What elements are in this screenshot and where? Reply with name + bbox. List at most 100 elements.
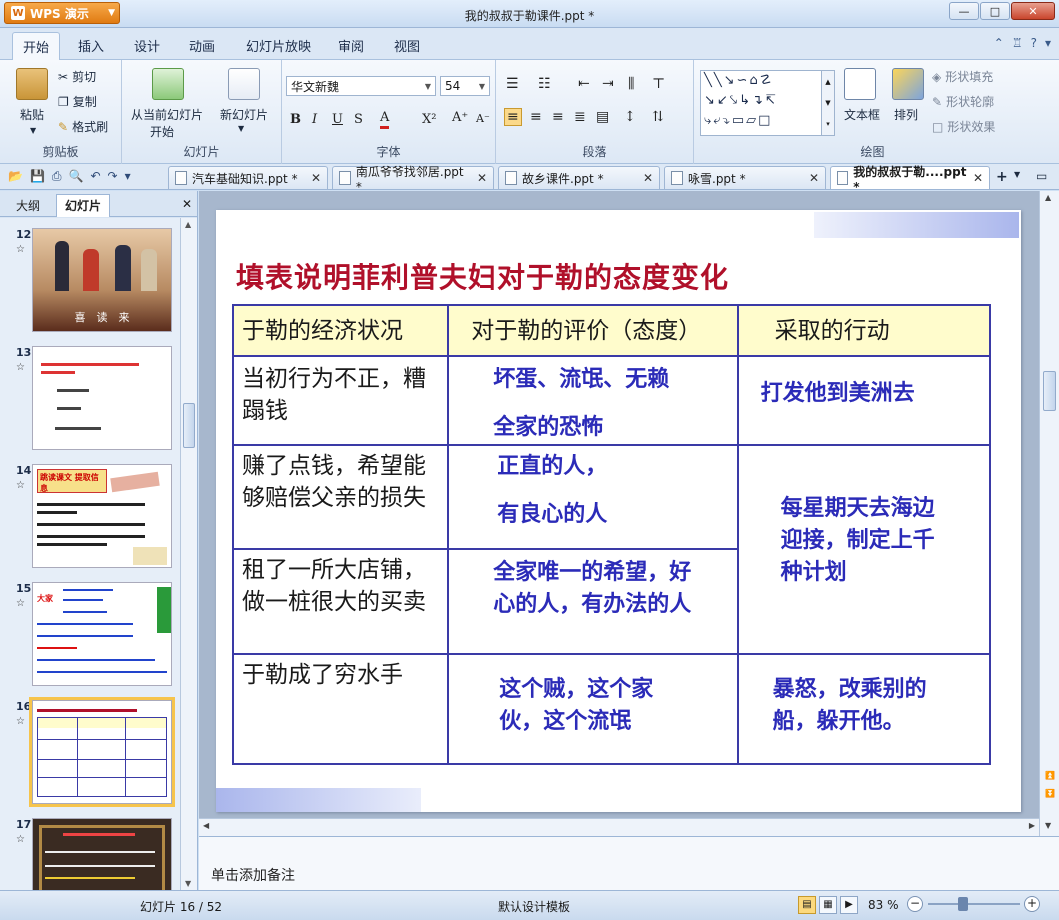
- maximize-button[interactable]: □: [980, 2, 1010, 20]
- status-cell[interactable]: 于勒成了穷水手: [231, 653, 450, 765]
- open-icon[interactable]: 📂: [8, 169, 23, 184]
- doc-tab[interactable]: 汽车基础知识.ppt * ✕: [168, 166, 328, 189]
- action-cell[interactable]: 每星期天去海边迎接，制定上千种计划: [736, 444, 992, 655]
- font-color-icon[interactable]: A: [380, 110, 390, 129]
- shape-fill-button[interactable]: ◈ 形状填充: [932, 68, 993, 85]
- status-cell[interactable]: 赚了点钱，希望能够赔偿父亲的损失: [231, 444, 450, 550]
- chevron-down-icon[interactable]: ▼: [30, 126, 36, 135]
- status-cell[interactable]: 当初行为不正，糟蹋钱: [231, 355, 450, 446]
- scrollbar-thumb[interactable]: [183, 403, 195, 448]
- align-right-icon[interactable]: ≡: [552, 109, 564, 125]
- panel-scrollbar[interactable]: ▲ ▼: [180, 218, 197, 890]
- customize-toolbar-icon[interactable]: ▾: [125, 169, 131, 184]
- shape-effect-button[interactable]: □ 形状效果: [932, 118, 995, 135]
- notes-placeholder[interactable]: 单击添加备注: [211, 865, 295, 885]
- skin-icon[interactable]: ♖: [1012, 36, 1023, 50]
- scroll-right-icon[interactable]: ▶: [1029, 821, 1035, 830]
- redo-icon[interactable]: ↷: [108, 169, 118, 184]
- tab-review[interactable]: 审阅: [338, 36, 364, 55]
- tab-list-icon[interactable]: ▭: [1036, 169, 1047, 183]
- doc-tab[interactable]: 咏雪.ppt * ✕: [664, 166, 826, 189]
- evaluation-cell[interactable]: 这个贼，这个家伙，这个流氓: [447, 653, 739, 765]
- thumbnail-13[interactable]: 13 ☆: [0, 342, 180, 452]
- evaluation-cell[interactable]: 坏蛋、流氓、无赖 全家的恐怖: [447, 355, 739, 446]
- normal-view-icon[interactable]: ▤: [798, 896, 816, 914]
- editor-vertical-scrollbar[interactable]: ▲ ⏫ ⏬ ▼: [1039, 191, 1059, 836]
- align-text-icon[interactable]: ⊤: [652, 76, 665, 92]
- collapse-ribbon-icon[interactable]: ⌃: [994, 36, 1004, 50]
- undo-icon[interactable]: ↶: [90, 169, 100, 184]
- attitude-table[interactable]: 于勒的经济状况 对于勒的评价（态度） 采取的行动 当初行为不正，糟蹋钱 坏蛋、流…: [231, 304, 992, 765]
- thumbnail-17[interactable]: 17 ☆: [0, 814, 180, 890]
- arrange-icon[interactable]: [892, 68, 924, 100]
- grow-font-icon[interactable]: A⁺: [452, 110, 468, 125]
- textbox-icon[interactable]: [844, 68, 876, 100]
- minimize-button[interactable]: —: [949, 2, 979, 20]
- tab-animation[interactable]: 动画: [189, 36, 215, 55]
- previous-slide-icon[interactable]: ⏫: [1045, 771, 1055, 780]
- line-spacing-icon[interactable]: ↕: [624, 109, 636, 125]
- header-action[interactable]: 采取的行动: [736, 304, 992, 357]
- textbox-button[interactable]: 文本框: [844, 106, 880, 123]
- underline-icon[interactable]: U: [332, 112, 343, 127]
- help-icon[interactable]: ?: [1031, 36, 1037, 50]
- chevron-down-icon[interactable]: ▾: [1045, 36, 1051, 50]
- scroll-down-icon[interactable]: ▼: [185, 879, 191, 888]
- text-direction-icon[interactable]: ⫼: [628, 76, 634, 92]
- shrink-font-icon[interactable]: A⁻: [476, 112, 490, 125]
- thumbnail-12[interactable]: 12 ☆ 喜 读 来: [0, 224, 180, 334]
- scroll-up-icon[interactable]: ▲: [185, 220, 191, 229]
- status-cell[interactable]: 租了一所大店铺，做一桩很大的买卖: [231, 548, 450, 655]
- copy-button[interactable]: ❐ 复制: [58, 93, 97, 110]
- decrease-indent-icon[interactable]: ⇤: [578, 76, 590, 92]
- zoom-in-icon[interactable]: +: [1024, 896, 1040, 912]
- close-window-button[interactable]: ✕: [1011, 2, 1055, 20]
- new-slide-button[interactable]: 新幻灯片: [220, 106, 268, 123]
- close-icon[interactable]: ✕: [643, 171, 653, 185]
- slide-sorter-view-icon[interactable]: ▦: [819, 896, 837, 914]
- tab-insert[interactable]: 插入: [78, 36, 104, 55]
- shape-gallery-scroll[interactable]: ▲ ▼ ▾: [821, 70, 835, 136]
- italic-icon[interactable]: I: [312, 112, 317, 127]
- editor-horizontal-scrollbar[interactable]: ◀ ▶: [199, 818, 1039, 836]
- format-painter-button[interactable]: ✎ 格式刷: [58, 118, 108, 135]
- new-slide-icon[interactable]: [228, 68, 260, 100]
- slideshow-view-icon[interactable]: ▶: [840, 896, 858, 914]
- font-name-select[interactable]: 华文新魏 ▼: [286, 76, 436, 96]
- from-current-slide-button[interactable]: 从当前幻灯片: [131, 106, 203, 123]
- distribute-icon[interactable]: ▤: [596, 109, 609, 125]
- align-left-icon[interactable]: ≡: [504, 108, 522, 126]
- tab-outline[interactable]: 大纲: [8, 195, 48, 216]
- thumbnail-16[interactable]: 16 ☆: [0, 696, 180, 807]
- action-cell[interactable]: 暴怒，改乘别的船，躲开他。: [736, 653, 992, 765]
- strikethrough-icon[interactable]: S: [354, 112, 363, 127]
- evaluation-cell[interactable]: 全家唯一的希望，好心的人，有办法的人: [447, 548, 739, 655]
- slideshow-start-icon[interactable]: [152, 68, 184, 100]
- close-icon[interactable]: ✕: [477, 171, 487, 185]
- close-icon[interactable]: ✕: [182, 197, 192, 211]
- cut-button[interactable]: ✂ 剪切: [58, 68, 96, 85]
- numbering-icon[interactable]: ☷: [538, 76, 551, 92]
- zoom-slider[interactable]: [928, 903, 1020, 905]
- print-icon[interactable]: ⎙: [52, 169, 62, 184]
- tab-slideshow[interactable]: 幻灯片放映: [246, 36, 311, 55]
- zoom-slider-handle[interactable]: [958, 897, 968, 911]
- notes-pane[interactable]: 单击添加备注: [199, 836, 1059, 890]
- paragraph-spacing-icon[interactable]: ⇅: [652, 109, 664, 125]
- chevron-down-icon[interactable]: ▼: [1014, 170, 1020, 179]
- justify-icon[interactable]: ≣: [574, 109, 586, 125]
- bold-icon[interactable]: B: [290, 112, 301, 127]
- shape-outline-button[interactable]: ✎ 形状轮廓: [932, 93, 994, 110]
- font-size-select[interactable]: 54 ▼: [440, 76, 490, 96]
- close-icon[interactable]: ✕: [311, 171, 321, 185]
- align-center-icon[interactable]: ≡: [530, 109, 542, 125]
- current-slide[interactable]: 填表说明菲利普夫妇对于勒的态度变化 于勒的经济状况 对于勒的评价（态度） 采取的…: [216, 210, 1021, 812]
- slide-title[interactable]: 填表说明菲利普夫妇对于勒的态度变化: [236, 256, 729, 296]
- tab-home[interactable]: 开始: [12, 32, 61, 61]
- tab-slides[interactable]: 幻灯片: [56, 194, 111, 217]
- close-icon[interactable]: ✕: [809, 171, 819, 185]
- next-slide-icon[interactable]: ⏬: [1045, 789, 1055, 798]
- paste-button[interactable]: 粘贴: [20, 106, 44, 123]
- doc-tab[interactable]: 南瓜爷爷找邻居.ppt * ✕: [332, 165, 494, 194]
- action-cell[interactable]: 打发他到美洲去: [736, 355, 992, 446]
